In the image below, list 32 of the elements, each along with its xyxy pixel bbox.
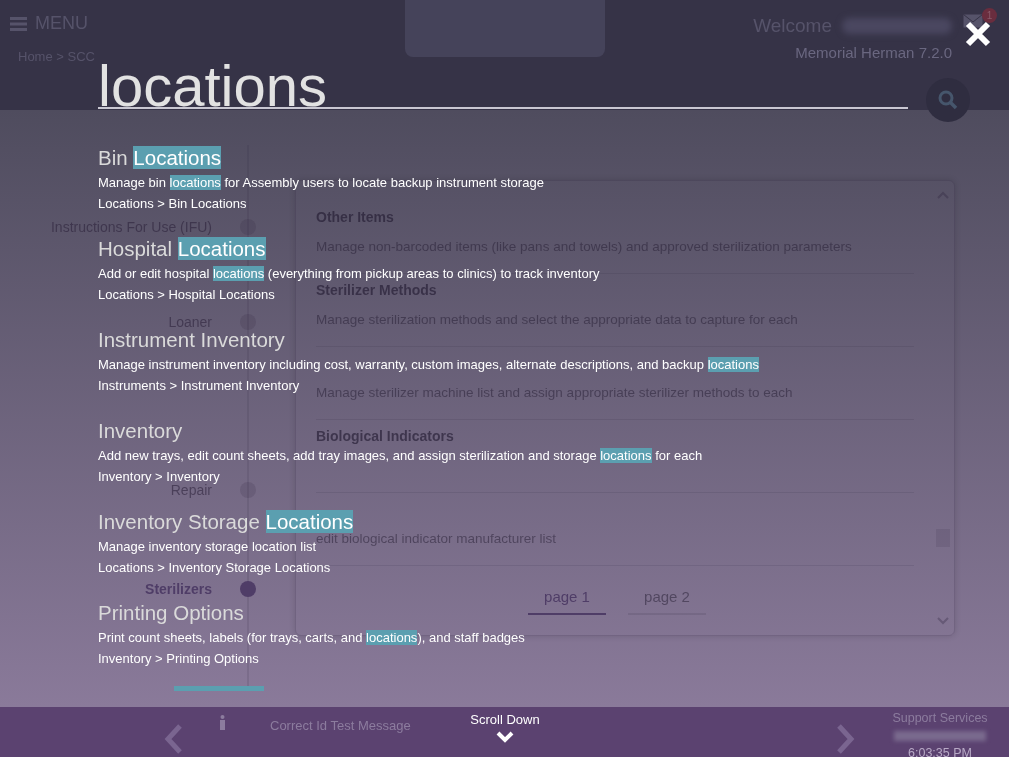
message-text: Correct Id Test Message [270, 717, 411, 735]
result-path: Inventory > Printing Options [98, 651, 259, 666]
clock-time: 6:03:35 PM [907, 744, 973, 757]
timeline-dot [240, 581, 256, 597]
scroll-down-icon[interactable] [937, 617, 949, 625]
close-icon [964, 20, 992, 48]
previous-icon[interactable] [163, 724, 183, 754]
result-path: Locations > Bin Locations [98, 196, 247, 211]
chevron-down-icon [495, 729, 515, 743]
result-description: Manage inventory storage location list [98, 539, 317, 554]
result-title[interactable]: Printing Options [98, 602, 244, 624]
result-description: Manage bin locations for Assembly users to locate backup instrument storage [98, 175, 544, 190]
close-button[interactable] [964, 20, 992, 48]
version-text: Memorial Herman 7.2.0 [794, 43, 952, 62]
info-icon[interactable] [218, 715, 227, 731]
result-title[interactable]: Inventory Storage Locations [98, 511, 354, 533]
search-icon [938, 90, 958, 110]
result-description: Print count sheets, labels (for trays, carts, and locations), and staff badges [98, 630, 525, 645]
menu-icon[interactable] [10, 16, 27, 31]
result-description: Add or edit hospital locations (everything from pickup areas to clinics) to track inventory [98, 266, 600, 281]
scroll-down-button[interactable]: Scroll Down [450, 710, 560, 743]
result-path: Locations > Inventory Storage Locations [98, 560, 331, 575]
result-description: Add new trays, edit count sheets, add tray images, and assign sterilization and storage locations for each [98, 448, 703, 463]
result-path: Inventory > Inventory [98, 469, 220, 484]
result-path: Locations > Hospital Locations [98, 287, 275, 302]
search-field[interactable]: locations [98, 64, 908, 109]
next-icon[interactable] [836, 724, 856, 754]
support-label: Support Services [891, 710, 989, 727]
result-title[interactable]: Inventory [98, 420, 183, 442]
result-description: Manage instrument inventory including cost, warranty, custom images, alternate descriptions, and backup locations [98, 357, 759, 372]
result-path: Instruments > Instrument Inventory [98, 378, 300, 393]
result-title[interactable]: Instrument Inventory [98, 329, 285, 351]
